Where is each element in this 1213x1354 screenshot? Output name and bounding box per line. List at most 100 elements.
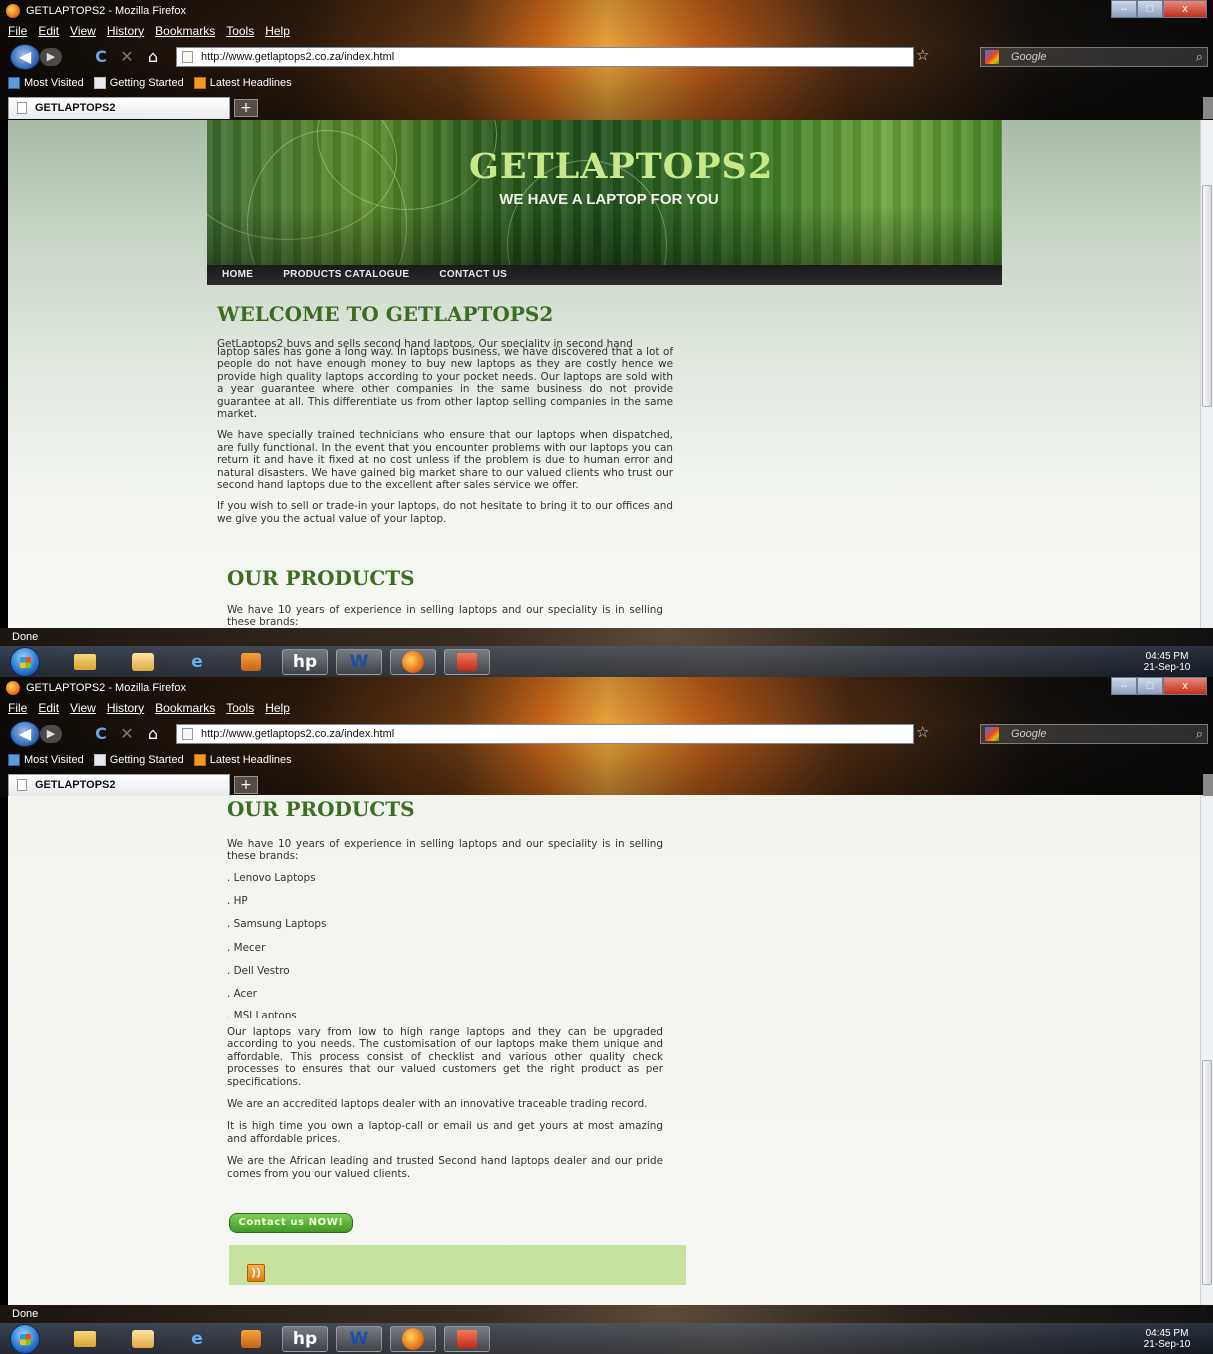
menu-history[interactable]: History: [107, 24, 144, 42]
close-button[interactable]: x: [1163, 677, 1207, 695]
menu-bookmarks[interactable]: Bookmarks: [155, 701, 215, 719]
brand-item: . Dell Vestro: [227, 964, 290, 977]
new-tab-button[interactable]: +: [234, 776, 258, 794]
menu-bookmarks[interactable]: Bookmarks: [155, 24, 215, 42]
tab-getlaptops2[interactable]: GETLAPTOPS2: [8, 774, 230, 796]
minimize-button[interactable]: –: [1111, 0, 1137, 18]
browser-chrome: GETLAPTOPS2 - Mozilla Firefox – □ x File…: [0, 0, 1213, 120]
search-input[interactable]: Google ⌕: [980, 724, 1208, 744]
menu-help[interactable]: Help: [265, 24, 290, 42]
nav-contact-us[interactable]: CONTACT US: [439, 265, 507, 285]
start-button[interactable]: [10, 647, 40, 677]
bookmark-most-visited[interactable]: Most Visited: [8, 74, 84, 92]
search-placeholder: Google: [1011, 51, 1047, 63]
word-icon[interactable]: W: [336, 649, 382, 675]
bookmark-star-icon[interactable]: ☆: [916, 723, 929, 741]
mail-icon[interactable]: [120, 1326, 166, 1352]
window-title: GETLAPTOPS2 - Mozilla Firefox: [26, 5, 186, 17]
search-input[interactable]: Google ⌕: [980, 47, 1208, 67]
rss-feed-icon: [193, 77, 206, 89]
url-bar[interactable]: http://www.getlaptops2.co.za/index.html: [176, 47, 914, 67]
contact-us-now-button[interactable]: Contact us NOW!: [229, 1213, 353, 1233]
close-button[interactable]: x: [1163, 0, 1207, 18]
tab-scroll-button[interactable]: [1203, 774, 1213, 796]
bookmark-getting-started[interactable]: Getting Started: [93, 74, 184, 92]
menu-view[interactable]: View: [70, 24, 96, 42]
page-icon: [182, 51, 193, 63]
explorer-icon[interactable]: [62, 1326, 108, 1352]
vertical-scrollbar[interactable]: [1200, 120, 1213, 628]
bookmark-getting-started[interactable]: Getting Started: [93, 751, 184, 769]
home-icon[interactable]: ⌂: [142, 46, 164, 68]
window-controls: – □ x: [1111, 677, 1207, 695]
bookmark-latest-headlines[interactable]: Latest Headlines: [193, 74, 292, 92]
menu-edit[interactable]: Edit: [38, 24, 59, 42]
back-button[interactable]: ◀: [10, 721, 40, 747]
menu-help[interactable]: Help: [265, 701, 290, 719]
maximize-button[interactable]: □: [1137, 0, 1163, 18]
intro-text: GetLaptops2 buys and sells second hand l…: [217, 338, 673, 534]
clock-time: 04:45 PM: [1145, 651, 1189, 662]
back-button[interactable]: ◀: [10, 44, 40, 70]
products-heading: OUR PRODUCTS: [227, 797, 415, 821]
hp-icon[interactable]: hp: [282, 649, 328, 675]
page-icon: [93, 754, 106, 766]
rss-icon[interactable]: )): [247, 1264, 265, 1282]
word-icon[interactable]: W: [336, 1326, 382, 1352]
media-player-icon[interactable]: [228, 649, 274, 675]
firefox-taskbar-icon[interactable]: [390, 1326, 436, 1352]
url-text: http://www.getlaptops2.co.za/index.html: [201, 51, 395, 63]
menu-tools[interactable]: Tools: [226, 701, 254, 719]
start-button[interactable]: [10, 1324, 40, 1354]
maximize-button[interactable]: □: [1137, 677, 1163, 695]
system-clock[interactable]: 04:45 PM 21-Sep-10: [1141, 651, 1193, 673]
search-icon[interactable]: ⌕: [1196, 48, 1203, 66]
media-player-icon[interactable]: [228, 1326, 274, 1352]
site-nav: HOME PRODUCTS CATALOGUE CONTACT US: [207, 265, 1002, 285]
search-placeholder: Google: [1011, 728, 1047, 740]
search-icon[interactable]: ⌕: [1196, 725, 1203, 743]
bookmark-most-visited[interactable]: Most Visited: [8, 751, 84, 769]
firefox-taskbar-icon[interactable]: [390, 649, 436, 675]
internet-explorer-icon[interactable]: e: [174, 649, 220, 675]
nav-home[interactable]: HOME: [222, 265, 253, 285]
intro-paragraph: If you wish to sell or trade-in your lap…: [217, 500, 673, 525]
stop-icon[interactable]: ✕: [116, 723, 138, 745]
intro-paragraph: laptop sales has gone a long way. In lap…: [217, 346, 673, 421]
forward-button[interactable]: ▶: [40, 725, 62, 743]
menu-edit[interactable]: Edit: [38, 701, 59, 719]
presentation-icon[interactable]: [444, 1326, 490, 1352]
stop-icon[interactable]: ✕: [116, 46, 138, 68]
bookmark-latest-headlines[interactable]: Latest Headlines: [193, 751, 292, 769]
clock-time: 04:45 PM: [1145, 1328, 1189, 1339]
mail-icon[interactable]: [120, 649, 166, 675]
url-bar[interactable]: http://www.getlaptops2.co.za/index.html: [176, 724, 914, 744]
page-icon: [93, 77, 106, 89]
reload-icon[interactable]: C: [90, 723, 112, 745]
vertical-scrollbar[interactable]: [1200, 795, 1213, 1305]
internet-explorer-icon[interactable]: e: [174, 1326, 220, 1352]
system-clock[interactable]: 04:45 PM 21-Sep-10: [1141, 1328, 1193, 1350]
menu-view[interactable]: View: [70, 701, 96, 719]
bookmark-star-icon[interactable]: ☆: [916, 46, 929, 64]
home-icon[interactable]: ⌂: [142, 723, 164, 745]
menu-file[interactable]: File: [8, 701, 27, 719]
tab-scroll-button[interactable]: [1203, 97, 1213, 119]
reload-icon[interactable]: C: [90, 46, 112, 68]
brand-item: . Lenovo Laptops: [227, 872, 316, 884]
navigation-toolbar: ◀ ▶ C ✕ ⌂ http://www.getlaptops2.co.za/i…: [8, 44, 1208, 70]
presentation-icon[interactable]: [444, 649, 490, 675]
scrollbar-thumb[interactable]: [1202, 1060, 1212, 1285]
menu-history[interactable]: History: [107, 701, 144, 719]
explorer-icon[interactable]: [62, 649, 108, 675]
tab-getlaptops2[interactable]: GETLAPTOPS2: [8, 97, 230, 119]
new-tab-button[interactable]: +: [234, 99, 258, 117]
hp-icon[interactable]: hp: [282, 1326, 328, 1352]
products-body: Our laptops vary from low to high range …: [227, 1026, 663, 1190]
forward-button[interactable]: ▶: [40, 48, 62, 66]
nav-products-catalogue[interactable]: PRODUCTS CATALOGUE: [283, 265, 409, 285]
minimize-button[interactable]: –: [1111, 677, 1137, 695]
scrollbar-thumb[interactable]: [1202, 185, 1212, 407]
menu-tools[interactable]: Tools: [226, 24, 254, 42]
menu-file[interactable]: File: [8, 24, 27, 42]
